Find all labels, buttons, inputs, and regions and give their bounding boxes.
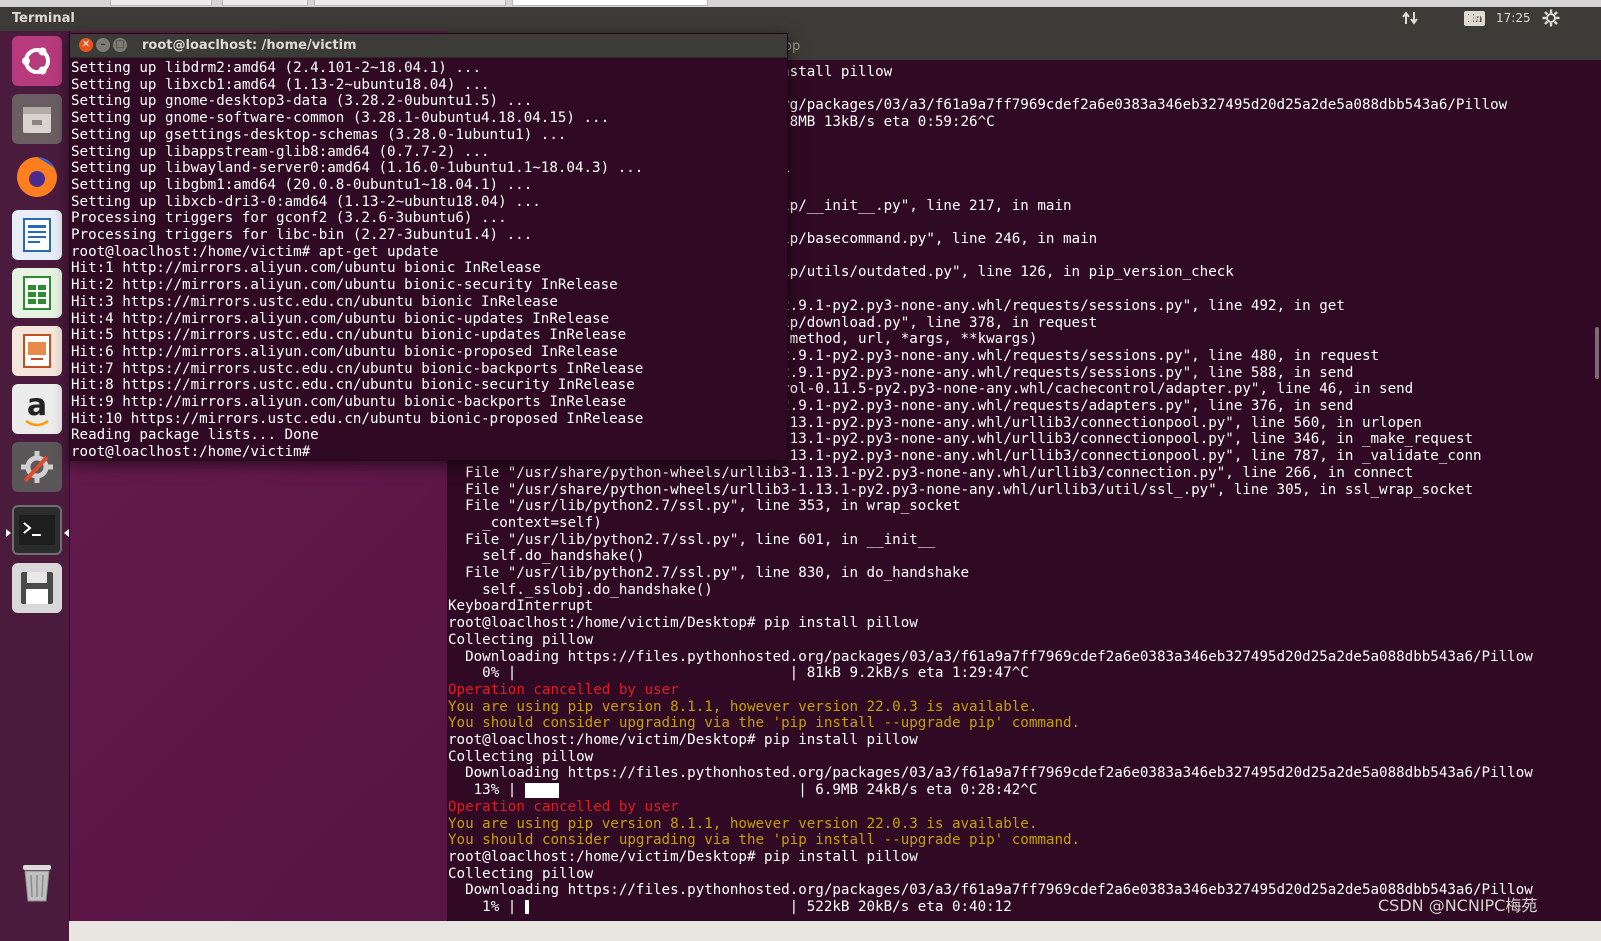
clock[interactable]: 17:25 — [1496, 11, 1531, 25]
terminal-line: Hit:6 http://mirrors.aliyun.com/ubuntu b… — [71, 343, 618, 360]
terminal-line: Setting up libwayland-server0:amd64 (1.1… — [71, 160, 644, 177]
terminal-line: root@loaclhost:/home/victim/Desktop# pip… — [448, 732, 918, 748]
terminal-line: Collecting pillow — [448, 748, 594, 765]
download-progress-fill — [524, 900, 530, 914]
terminal-line: Hit:10 https://mirrors.ustc.edu.cn/ubunt… — [71, 410, 644, 427]
terminal-line: File "/usr/share/python-wheels/urllib3-1… — [448, 481, 1473, 498]
terminal-line: Setting up libxcb1:amd64 (1.13-2~ubuntu1… — [71, 76, 490, 93]
terminal-line: Downloading https://files.pythonhosted.o… — [448, 882, 1533, 899]
terminal-line: Downloading https://files.pythonhosted.o… — [448, 765, 1533, 782]
window-title: root@loaclhost: /home/victim — [142, 38, 357, 53]
terminal-line: File "/usr/lib/python2.7/ssl.py", line 8… — [448, 565, 970, 581]
terminal-line: You should consider upgrading via the 'p… — [448, 715, 1081, 732]
impress-icon[interactable] — [12, 326, 62, 376]
terminal-line: Reading package lists... Done — [71, 427, 319, 444]
terminal-line: Downloading https://files.pythonhosted.o… — [448, 648, 1533, 665]
calc-icon[interactable] — [12, 268, 62, 318]
terminal-line: Hit:9 http://mirrors.aliyun.com/ubuntu b… — [71, 394, 627, 410]
scrollbar-thumb[interactable] — [1595, 327, 1599, 379]
terminal-line: Collecting pillow — [448, 865, 594, 882]
terminal-line: Setting up gnome-desktop3-data (3.28.2-0… — [71, 93, 533, 110]
terminal-line: Hit:4 http://mirrors.aliyun.com/ubuntu b… — [71, 310, 610, 327]
minimize-icon[interactable]: – — [96, 38, 110, 52]
terminal-line: You are using pip version 8.1.1, however… — [448, 815, 1038, 832]
terminal-line: root@loaclhost:/home/victim# apt-get upd… — [71, 243, 439, 260]
terminal-line: Hit:8 https://mirrors.ustc.edu.cn/ubuntu… — [71, 377, 635, 394]
terminal-icon[interactable] — [6, 505, 69, 555]
host-tab[interactable] — [314, 0, 506, 6]
active-app-title: Terminal — [12, 11, 75, 26]
terminal-line: Operation cancelled by user — [448, 681, 679, 698]
save-icon[interactable] — [12, 563, 62, 613]
files-icon[interactable] — [12, 94, 62, 144]
host-tab-active[interactable] — [512, 0, 708, 6]
maximize-icon[interactable]: □ — [113, 38, 127, 52]
watermark: CSDN @NCNIPC梅苑 — [1378, 896, 1538, 915]
amazon-icon[interactable]: a — [12, 384, 62, 434]
trash-icon[interactable] — [12, 857, 62, 907]
terminal-line: Setting up libdrm2:amd64 (2.4.101-2~18.0… — [71, 60, 481, 76]
terminal-line: Operation cancelled by user — [448, 798, 679, 815]
host-tab[interactable] — [222, 0, 308, 6]
writer-icon[interactable] — [12, 210, 62, 260]
terminal-line: Setting up libxcb-dri3-0:amd64 (1.13-2~u… — [71, 193, 541, 210]
terminal-line: File "/usr/lib/python2.7/ssl.py", line 3… — [448, 498, 961, 515]
terminal-line: root@loaclhost:/home/victim/Desktop# pip… — [448, 615, 918, 632]
terminal-line: 0% | | 81kB 9.2kB/s eta 1:29:47^C — [448, 665, 1029, 682]
terminal-line: Hit:7 https://mirrors.ustc.edu.cn/ubuntu… — [71, 360, 644, 377]
terminal-line: root@loaclhost:/home/victim# — [71, 444, 311, 458]
apt-terminal-output[interactable]: Setting up libdrm2:amd64 (2.4.101-2~18.0… — [71, 60, 785, 458]
terminal-line: File "/usr/share/python-wheels/urllib3-1… — [448, 464, 1414, 481]
terminal-line: KeyboardInterrupt — [448, 598, 594, 615]
terminal-line: Setting up libappstream-glib8:amd64 (0.7… — [71, 143, 490, 160]
ubuntu-logo-icon[interactable] — [12, 36, 62, 86]
system-settings-icon[interactable] — [12, 442, 62, 492]
terminal-line: Collecting pillow — [448, 631, 594, 648]
top-panel: Terminal En 17:25 — [0, 7, 1601, 31]
download-progress-fill — [524, 783, 560, 798]
host-tab-strip — [0, 0, 1601, 7]
terminal-line: Hit:3 https://mirrors.ustc.edu.cn/ubuntu… — [71, 293, 558, 310]
terminal-line: Setting up gnome-software-common (3.28.1… — [71, 110, 610, 127]
terminal-line: Processing triggers for libc-bin (2.27-3… — [71, 227, 533, 243]
amazon-glyph: a — [26, 387, 48, 423]
terminal-line: Setting up libgbm1:amd64 (20.0.8-0ubuntu… — [71, 176, 533, 193]
terminal-line: Hit:2 http://mirrors.aliyun.com/ubuntu b… — [71, 277, 618, 294]
close-icon[interactable]: ✕ — [79, 38, 93, 52]
terminal-line: You are using pip version 8.1.1, however… — [448, 698, 1038, 715]
terminal-line: 1% | | 522kB 20kB/s eta 0:40:12 — [448, 899, 1012, 914]
terminal-line: Processing triggers for gconf2 (3.2.6-3u… — [71, 210, 507, 227]
apt-terminal-window[interactable]: ✕ – □ root@loaclhost: /home/victim Setti… — [69, 33, 788, 461]
firefox-icon[interactable] — [12, 152, 62, 202]
volume-icon[interactable] — [1463, 10, 1483, 29]
terminal-line: You should consider upgrading via the 'p… — [448, 832, 1081, 849]
network-icon[interactable] — [1402, 10, 1420, 29]
terminal-line: root@loaclhost:/home/victim/Desktop# pip… — [448, 848, 918, 865]
terminal-line: self.do_handshake() — [448, 548, 645, 565]
window-titlebar[interactable]: ✕ – □ root@loaclhost: /home/victim — [70, 34, 787, 58]
host-status-bar — [69, 921, 1601, 941]
terminal-line: self._sslobj.do_handshake() — [448, 581, 713, 598]
terminal-line: _context=self) — [448, 514, 602, 531]
terminal-line: Setting up gsettings-desktop-schemas (3.… — [71, 126, 567, 143]
host-tab[interactable] — [110, 0, 212, 6]
launcher: a — [0, 31, 70, 941]
terminal-line: Hit:5 https://mirrors.ustc.edu.cn/ubuntu… — [71, 327, 627, 344]
terminal-line: File "/usr/lib/python2.7/ssl.py", line 6… — [448, 531, 935, 548]
gear-icon[interactable] — [1542, 9, 1560, 30]
terminal-line: Hit:1 http://mirrors.aliyun.com/ubuntu b… — [71, 260, 541, 277]
